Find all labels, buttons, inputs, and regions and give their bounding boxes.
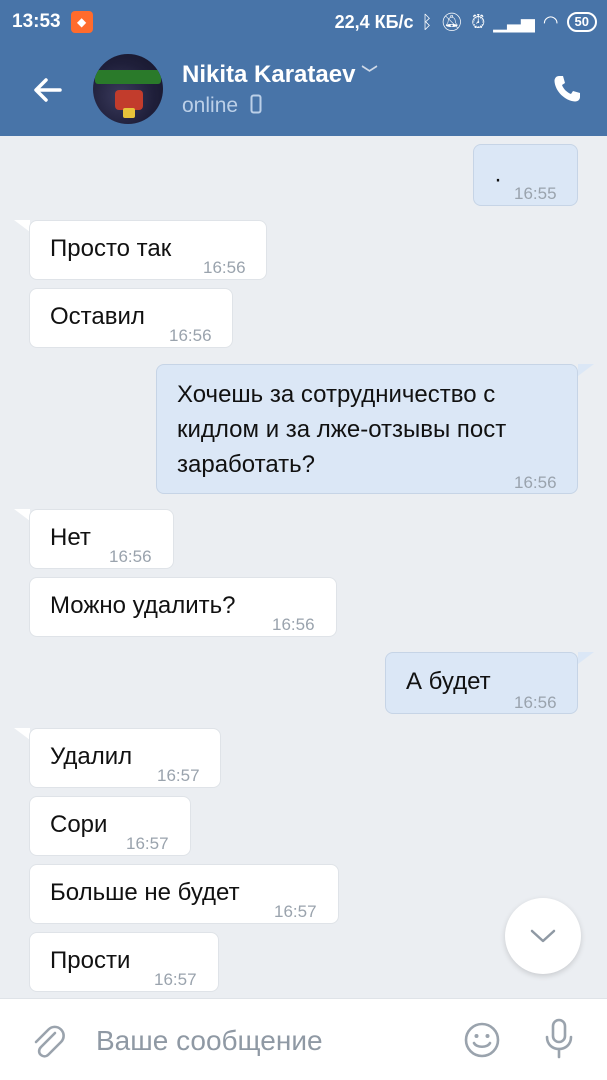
contact-name-text: Nikita Karataev: [182, 61, 356, 88]
message-composer: Ваше сообщение: [0, 998, 607, 1080]
message-bubble-incoming[interactable]: Сори 16:57: [29, 796, 191, 856]
message-text: Больше не будет: [50, 879, 240, 906]
scroll-to-bottom-button[interactable]: [505, 898, 581, 974]
message-text-line: кидлом и за лже-отзывы пост: [177, 416, 507, 443]
bubble-tail: [14, 509, 30, 521]
chat-header: Nikita Karataev ﹀ online: [0, 44, 607, 136]
message-text: ·: [494, 166, 502, 193]
message-time: 16:55: [514, 184, 557, 203]
chevron-down-icon: [530, 929, 556, 943]
alarm-icon: ⏰︎: [471, 11, 486, 32]
message-bubble-incoming[interactable]: Прости 16:57: [29, 932, 219, 992]
signal-icon: ▁▃▅: [493, 11, 535, 32]
message-input[interactable]: Ваше сообщение: [96, 1025, 323, 1057]
contact-status: online: [182, 94, 262, 118]
message-text: А будет: [406, 668, 491, 695]
bubble-tail: [14, 728, 30, 740]
message-text: Сори: [50, 811, 108, 838]
status-bar: 13:53 ◆ 22,4 КБ/с ᛒ 🔕︎ ⏰︎ ▁▃▅ ◠ 50: [0, 0, 607, 44]
message-time: 16:56: [109, 547, 152, 566]
message-time: 16:56: [203, 258, 246, 277]
bubble-tail: [578, 364, 594, 376]
mute-bell-icon: 🔕︎: [440, 11, 464, 32]
attach-paperclip-icon[interactable]: [28, 1021, 68, 1061]
net-speed: 22,4 КБ/с: [334, 11, 414, 32]
message-bubble-incoming[interactable]: Просто так 16:56: [29, 220, 267, 280]
message-bubble-incoming[interactable]: Больше не будет 16:57: [29, 864, 339, 924]
message-bubble-incoming[interactable]: Можно удалить? 16:56: [29, 577, 337, 637]
bubble-tail: [14, 220, 30, 232]
message-time: 16:57: [157, 766, 200, 785]
bubble-tail: [578, 652, 594, 664]
chevron-down-icon: ﹀: [361, 66, 378, 83]
message-time: 16:57: [126, 834, 169, 853]
back-arrow-icon[interactable]: [30, 72, 66, 108]
message-time: 16:57: [274, 902, 317, 921]
message-text: Можно удалить?: [50, 592, 236, 619]
contact-status-text: online: [182, 94, 239, 117]
status-right: 22,4 КБ/с ᛒ 🔕︎ ⏰︎ ▁▃▅ ◠ 50: [335, 12, 597, 33]
emoji-icon[interactable]: [463, 1021, 501, 1059]
message-text: Просто так: [50, 235, 172, 262]
battery-indicator: 50: [566, 12, 597, 32]
message-time: 16:56: [169, 326, 212, 345]
avatar[interactable]: [93, 54, 163, 124]
message-text-line: заработать?: [177, 451, 315, 478]
message-time: 16:57: [154, 970, 197, 989]
status-time: 13:53: [12, 11, 61, 32]
message-time: 16:56: [514, 473, 557, 492]
microphone-icon[interactable]: [542, 1017, 576, 1061]
message-text: Нет: [50, 524, 91, 551]
message-text-line: Хочешь за сотрудничество с: [177, 381, 496, 408]
mobile-device-icon: [250, 94, 262, 114]
phone-call-icon[interactable]: [551, 73, 583, 105]
contact-name[interactable]: Nikita Karataev ﹀: [182, 60, 377, 89]
message-bubble-incoming[interactable]: Удалил 16:57: [29, 728, 221, 788]
message-time: 16:56: [514, 693, 557, 712]
notification-icon: ◆: [70, 11, 93, 33]
message-bubble-incoming[interactable]: Оставил 16:56: [29, 288, 233, 348]
message-bubble-outgoing[interactable]: Хочешь за сотрудничество с кидлом и за л…: [156, 364, 578, 494]
message-bubble-incoming[interactable]: Нет 16:56: [29, 509, 174, 569]
message-text: Прости: [50, 947, 131, 974]
wifi-icon: ◠: [542, 11, 559, 32]
message-list: · 16:55 Просто так 16:56 Оставил 16:56 Х…: [0, 136, 607, 998]
message-time: 16:56: [272, 615, 315, 634]
message-bubble-outgoing[interactable]: · 16:55: [473, 144, 578, 206]
message-text: Оставил: [50, 303, 145, 330]
bluetooth-icon: ᛒ: [421, 11, 433, 32]
message-bubble-outgoing[interactable]: А будет 16:56: [385, 652, 578, 714]
message-text: Удалил: [50, 743, 133, 770]
